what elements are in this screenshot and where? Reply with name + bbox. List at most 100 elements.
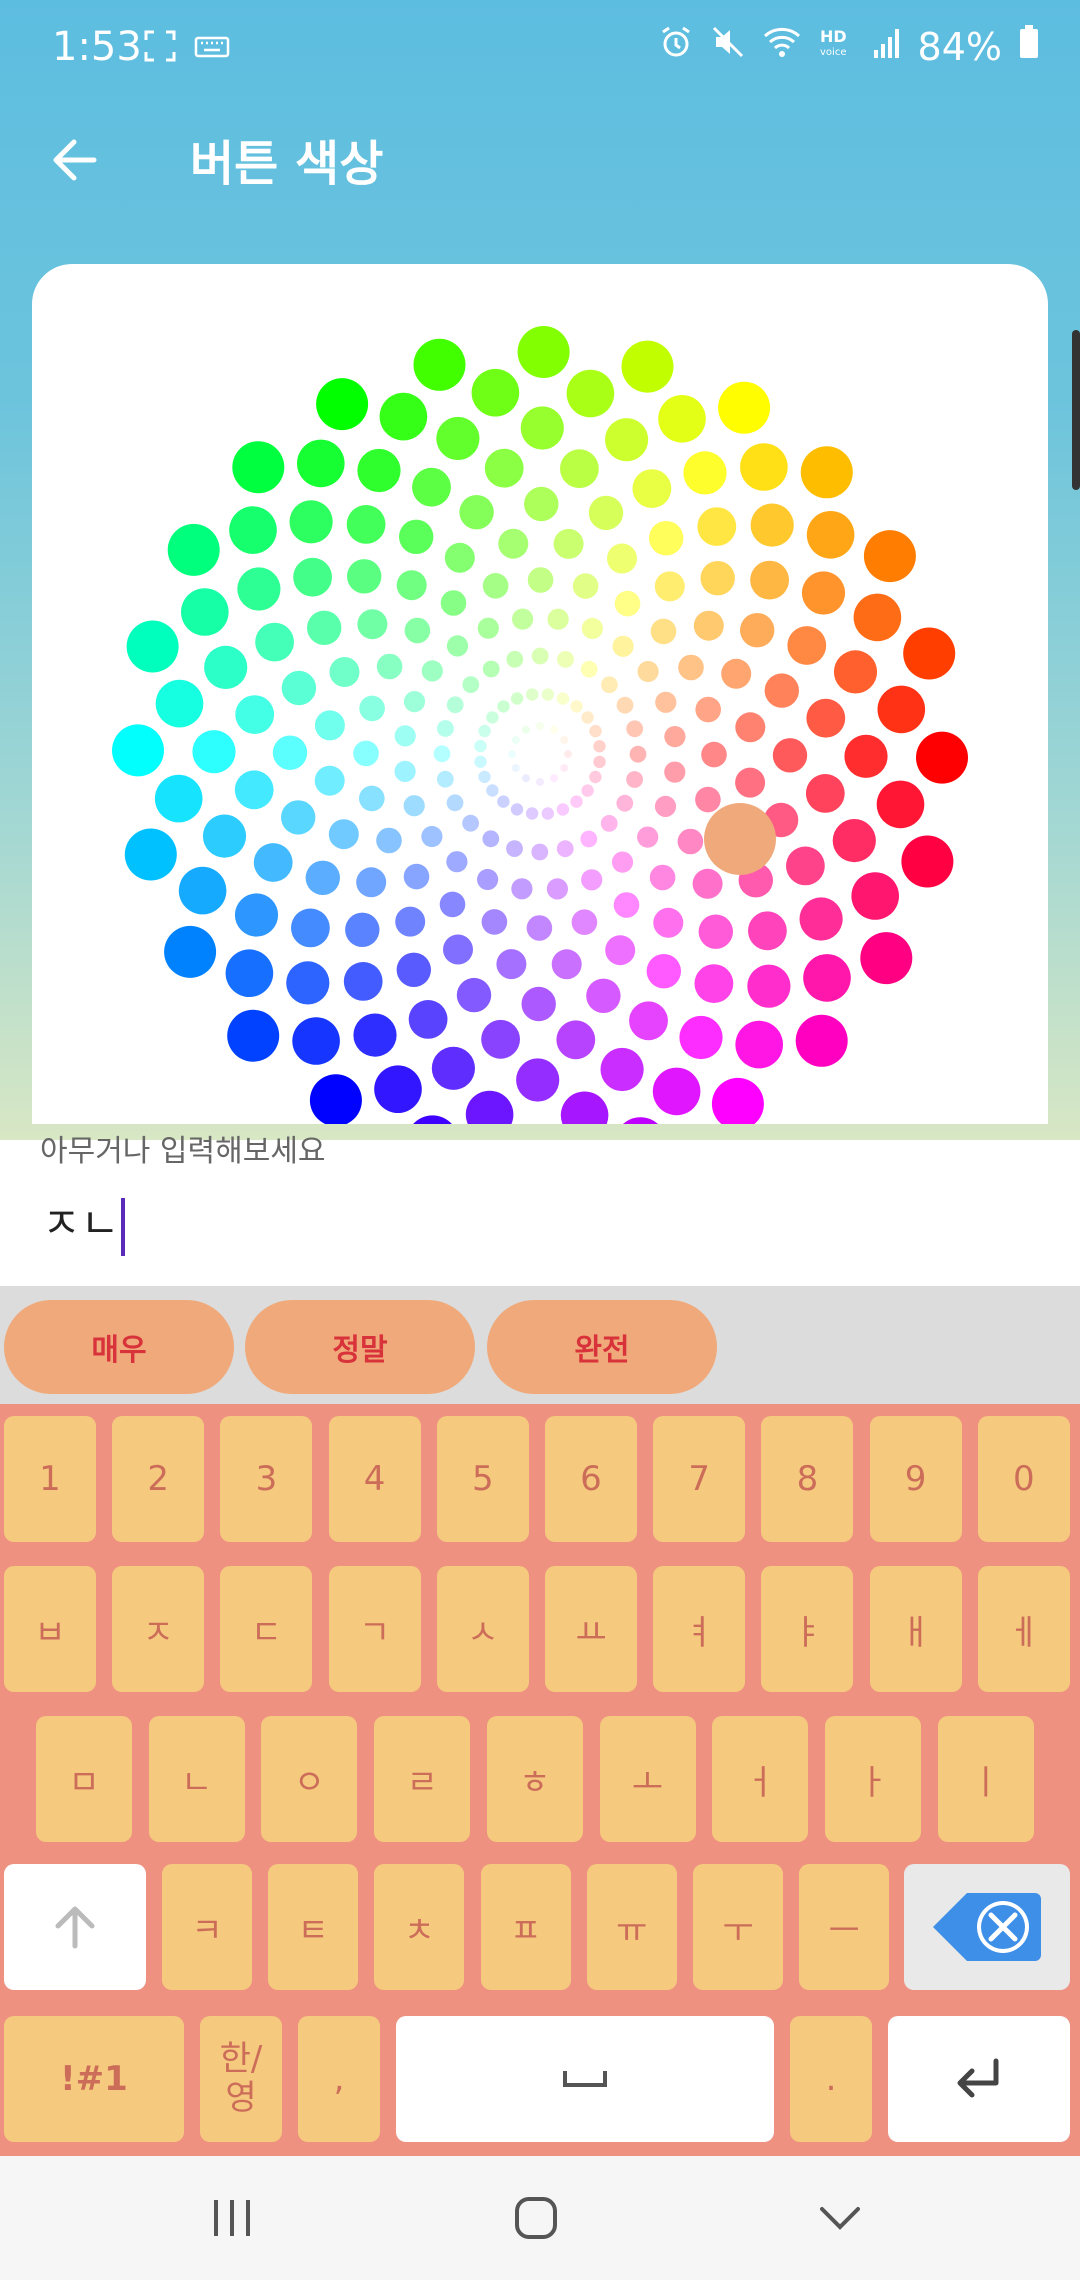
color-swatch[interactable] [316, 378, 369, 431]
color-swatch[interactable] [374, 1065, 422, 1113]
color-swatch[interactable] [637, 826, 659, 848]
color-swatch[interactable] [536, 722, 544, 730]
color-swatch[interactable] [421, 660, 443, 682]
color-swatch[interactable] [471, 368, 520, 417]
color-swatch[interactable] [613, 892, 640, 918]
color-swatch[interactable] [520, 406, 564, 450]
color-swatch[interactable] [229, 506, 277, 554]
color-swatch[interactable] [399, 519, 434, 554]
color-swatch[interactable] [329, 657, 360, 687]
color-swatch[interactable] [486, 784, 499, 797]
color-swatch[interactable] [803, 954, 851, 1002]
key-number[interactable]: 8 [761, 1416, 854, 1542]
color-swatch[interactable] [511, 878, 533, 900]
color-swatch[interactable] [506, 650, 524, 668]
color-swatch[interactable] [601, 676, 618, 694]
color-swatch[interactable] [255, 622, 294, 662]
color-swatch[interactable] [556, 1020, 596, 1060]
key-letter[interactable]: ㅔ [977, 1566, 1070, 1692]
color-swatch[interactable] [570, 700, 583, 713]
color-swatch[interactable] [396, 952, 431, 987]
color-swatch[interactable] [408, 1000, 448, 1039]
color-swatch[interactable] [403, 795, 425, 817]
color-swatch[interactable] [764, 673, 799, 708]
color-swatch[interactable] [443, 934, 473, 965]
color-swatch[interactable] [903, 627, 956, 680]
color-swatch[interactable] [664, 726, 686, 748]
color-swatch[interactable] [605, 418, 649, 462]
color-swatch[interactable] [677, 828, 704, 855]
color-swatch[interactable] [615, 1117, 667, 1124]
color-swatch[interactable] [701, 741, 727, 768]
color-swatch[interactable] [404, 617, 431, 644]
color-swatch[interactable] [876, 780, 925, 829]
color-swatch[interactable] [801, 571, 846, 615]
color-swatch[interactable] [412, 467, 451, 507]
color-swatch[interactable] [525, 807, 539, 820]
color-swatch[interactable] [444, 542, 475, 573]
color-swatch[interactable] [629, 745, 647, 763]
color-swatch[interactable] [394, 725, 416, 747]
color-swatch[interactable] [281, 670, 317, 706]
key-letter[interactable]: ㄴ [148, 1716, 245, 1842]
color-swatch[interactable] [683, 451, 727, 495]
color-swatch[interactable] [832, 819, 876, 863]
color-swatch[interactable] [614, 590, 641, 617]
suggestion-chip[interactable]: 완전 [487, 1300, 717, 1394]
color-swatch[interactable] [629, 1001, 668, 1041]
color-swatch[interactable] [481, 1019, 520, 1059]
color-swatch[interactable] [376, 653, 403, 680]
color-swatch[interactable] [292, 1017, 340, 1065]
color-swatch[interactable] [289, 500, 333, 544]
color-swatch[interactable] [547, 608, 569, 630]
color-swatch[interactable] [446, 794, 464, 812]
color-swatch[interactable] [649, 864, 676, 891]
color-swatch[interactable] [546, 878, 569, 900]
color-swatch[interactable] [478, 770, 491, 784]
color-swatch[interactable] [637, 660, 659, 683]
color-swatch[interactable] [465, 1090, 514, 1124]
key-number[interactable]: 1 [4, 1416, 96, 1542]
color-swatch[interactable] [593, 755, 606, 769]
key-letter[interactable]: ㅐ [869, 1566, 962, 1692]
color-swatch[interactable] [711, 1077, 764, 1124]
color-swatch[interactable] [439, 891, 466, 918]
language-key[interactable]: 한/영 [200, 2016, 282, 2142]
key-letter[interactable]: ㄹ [374, 1716, 471, 1842]
color-swatch[interactable] [586, 978, 621, 1013]
color-swatch[interactable] [478, 724, 491, 738]
color-swatch[interactable] [202, 814, 247, 858]
key-letter[interactable]: ㅣ [937, 1716, 1034, 1842]
color-swatch[interactable] [589, 770, 602, 784]
comma-key[interactable]: , [298, 2016, 380, 2142]
color-swatch[interactable] [721, 658, 752, 689]
backspace-key[interactable] [904, 1864, 1070, 1990]
color-swatch[interactable] [253, 843, 293, 882]
color-swatch[interactable] [833, 650, 878, 694]
color-swatch[interactable] [566, 369, 615, 418]
color-swatch[interactable] [181, 588, 229, 636]
color-swatch[interactable] [446, 696, 464, 714]
color-swatch[interactable] [806, 698, 846, 738]
color-swatch[interactable] [462, 814, 479, 832]
color-swatch[interactable] [695, 696, 721, 723]
color-swatch[interactable] [431, 1046, 475, 1090]
color-swatch[interactable] [607, 543, 637, 574]
key-letter[interactable]: ㅋ [162, 1864, 252, 1990]
color-swatch[interactable] [421, 825, 443, 848]
color-swatch[interactable] [697, 507, 737, 546]
color-swatch[interactable] [550, 774, 558, 783]
color-swatch[interactable] [436, 416, 480, 461]
color-swatch[interactable] [486, 711, 499, 724]
key-letter[interactable]: ㅠ [586, 1864, 677, 1990]
color-swatch[interactable] [482, 660, 500, 678]
color-swatch[interactable] [632, 469, 672, 508]
color-swatch[interactable] [616, 696, 634, 714]
key-number[interactable]: 6 [545, 1416, 637, 1542]
color-swatch[interactable] [192, 730, 236, 774]
color-swatch[interactable] [234, 893, 279, 937]
key-letter[interactable]: ㅗ [599, 1716, 696, 1842]
color-swatch[interactable] [305, 860, 340, 895]
color-swatch[interactable] [658, 395, 706, 443]
color-swatch[interactable] [679, 1015, 723, 1060]
